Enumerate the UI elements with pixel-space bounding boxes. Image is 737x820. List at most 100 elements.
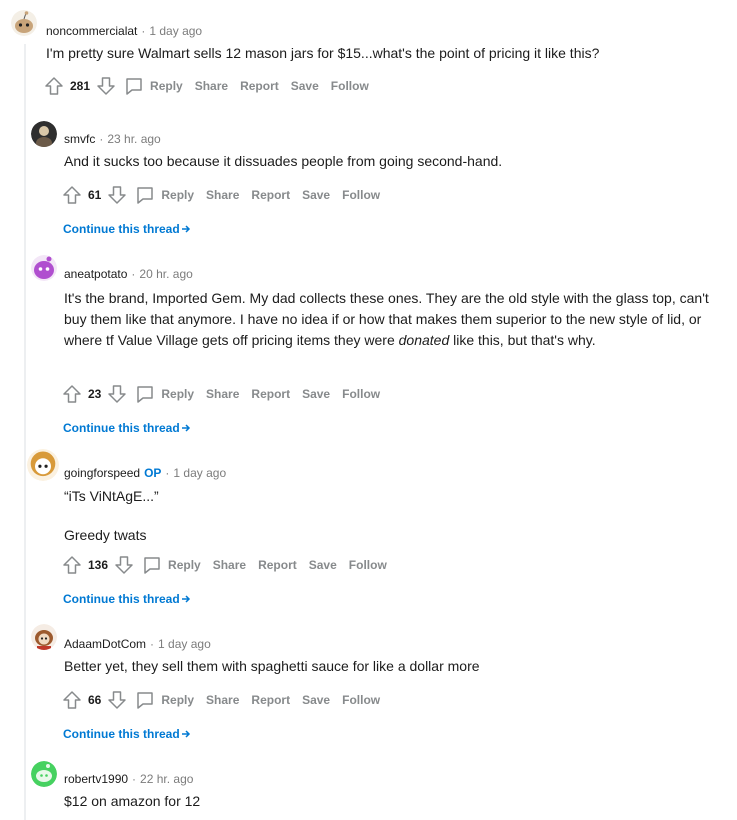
comment-text: Better yet, they sell them with spaghett… xyxy=(64,658,480,674)
share-button[interactable]: Share xyxy=(195,79,228,93)
vote-score: 136 xyxy=(88,558,109,572)
share-button[interactable]: Share xyxy=(206,387,239,401)
reply-button[interactable]: Reply xyxy=(124,76,183,96)
comment-bubble-icon xyxy=(126,78,142,95)
username[interactable]: robertv1990 xyxy=(64,772,128,786)
downvote-icon[interactable] xyxy=(114,555,134,575)
share-button[interactable]: Share xyxy=(213,558,246,572)
comment-meta: smvfc · 23 hr. ago xyxy=(64,132,161,146)
follow-button[interactable]: Follow xyxy=(342,188,380,202)
report-button[interactable]: Report xyxy=(258,558,297,572)
reply-button[interactable]: Reply xyxy=(135,185,194,205)
save-button[interactable]: Save xyxy=(302,188,330,202)
comment-body: Better yet, they sell them with spaghett… xyxy=(64,656,724,677)
report-button[interactable]: Report xyxy=(251,693,290,707)
reply-button[interactable]: Reply xyxy=(135,384,194,404)
arrow-right-icon xyxy=(181,595,190,603)
downvote-icon[interactable] xyxy=(107,185,127,205)
upvote-icon[interactable] xyxy=(62,384,82,404)
avatar[interactable] xyxy=(31,255,57,281)
comment-actions: 281 Reply Share Report Save Follow xyxy=(44,74,369,98)
save-button[interactable]: Save xyxy=(302,693,330,707)
follow-button[interactable]: Follow xyxy=(331,79,369,93)
vote-score: 281 xyxy=(70,79,91,93)
thread-line[interactable] xyxy=(24,44,26,820)
vote-score: 66 xyxy=(88,693,102,707)
snoo-avatar-icon xyxy=(31,761,57,787)
user-avatar-icon xyxy=(31,121,57,147)
continue-thread-link[interactable]: Continue this thread xyxy=(63,222,191,236)
comment-body: “iTs ViNtAgE...” Greedy twats xyxy=(64,486,714,546)
separator-dot: · xyxy=(150,637,155,651)
upvote-icon[interactable] xyxy=(62,690,82,710)
continue-thread-link[interactable]: Continue this thread xyxy=(63,592,191,606)
snoo-avatar-icon xyxy=(11,10,37,36)
comment-text: “iTs ViNtAgE...” xyxy=(64,488,159,504)
comment-meta: robertv1990 · 22 hr. ago xyxy=(64,772,193,786)
timestamp[interactable]: 20 hr. ago xyxy=(139,267,192,281)
username[interactable]: noncommercialat xyxy=(46,24,137,38)
save-button[interactable]: Save xyxy=(302,387,330,401)
follow-button[interactable]: Follow xyxy=(342,387,380,401)
upvote-icon[interactable] xyxy=(62,185,82,205)
timestamp[interactable]: 1 day ago xyxy=(149,24,202,38)
separator-dot: · xyxy=(165,466,170,480)
share-button[interactable]: Share xyxy=(206,693,239,707)
upvote-icon[interactable] xyxy=(44,76,64,96)
comment-bubble-icon xyxy=(137,692,154,709)
upvote-icon[interactable] xyxy=(62,555,82,575)
avatar[interactable] xyxy=(11,10,37,36)
vote-score: 61 xyxy=(88,188,102,202)
follow-button[interactable]: Follow xyxy=(349,558,387,572)
timestamp[interactable]: 23 hr. ago xyxy=(107,132,160,146)
username[interactable]: smvfc xyxy=(64,132,95,146)
arrow-right-icon xyxy=(181,225,190,233)
timestamp[interactable]: 1 day ago xyxy=(158,637,211,651)
arrow-right-icon xyxy=(181,730,190,738)
reply-button[interactable]: Reply xyxy=(142,555,201,575)
downvote-icon[interactable] xyxy=(107,384,127,404)
report-button[interactable]: Report xyxy=(251,188,290,202)
report-button[interactable]: Report xyxy=(251,387,290,401)
downvote-icon[interactable] xyxy=(96,76,116,96)
comment-text: And it sucks too because it dissuades pe… xyxy=(64,153,503,169)
snoo-avatar-icon xyxy=(31,255,57,281)
username[interactable]: aneatpotato xyxy=(64,267,127,281)
comment-body: I'm pretty sure Walmart sells 12 mason j… xyxy=(46,43,726,64)
emphasis-text: donated xyxy=(398,332,450,348)
comment-meta: AdaamDotCom · 1 day ago xyxy=(64,637,211,651)
comment-text: Greedy twats xyxy=(64,527,147,543)
comment-text: It's the brand, Imported Gem. My dad col… xyxy=(64,290,709,348)
timestamp[interactable]: 22 hr. ago xyxy=(140,772,193,786)
vote-score: 23 xyxy=(88,387,102,401)
snoo-avatar-icon xyxy=(31,624,57,650)
comment-meta: aneatpotato · 20 hr. ago xyxy=(64,267,193,281)
share-button[interactable]: Share xyxy=(206,188,239,202)
timestamp[interactable]: 1 day ago xyxy=(173,466,226,480)
comment-body: $12 on amazon for 12 xyxy=(64,791,724,812)
continue-thread-link[interactable]: Continue this thread xyxy=(63,421,191,435)
reply-button[interactable]: Reply xyxy=(135,690,194,710)
comment-bubble-icon xyxy=(144,557,160,574)
comment-meta: goingforspeed OP · 1 day ago xyxy=(64,466,226,480)
op-badge: OP xyxy=(144,466,162,480)
arrow-right-icon xyxy=(181,424,190,432)
continue-thread-link[interactable]: Continue this thread xyxy=(63,727,191,741)
save-button[interactable]: Save xyxy=(309,558,337,572)
separator-dot: · xyxy=(99,132,104,146)
save-button[interactable]: Save xyxy=(291,79,319,93)
avatar[interactable] xyxy=(27,449,59,481)
comment-actions: 23 Reply Share Report Save Follow xyxy=(62,382,380,406)
follow-button[interactable]: Follow xyxy=(342,693,380,707)
downvote-icon[interactable] xyxy=(107,690,127,710)
username[interactable]: goingforspeed xyxy=(64,466,140,480)
avatar[interactable] xyxy=(31,761,57,787)
comment-actions: 61 Reply Share Report Save Follow xyxy=(62,183,380,207)
report-button[interactable]: Report xyxy=(240,79,279,93)
username[interactable]: AdaamDotCom xyxy=(64,637,146,651)
snoo-avatar-icon xyxy=(27,449,59,481)
avatar[interactable] xyxy=(31,624,57,650)
avatar[interactable] xyxy=(31,121,57,147)
separator-dot: · xyxy=(132,772,137,786)
comment-meta: noncommercialat · 1 day ago xyxy=(46,24,202,38)
